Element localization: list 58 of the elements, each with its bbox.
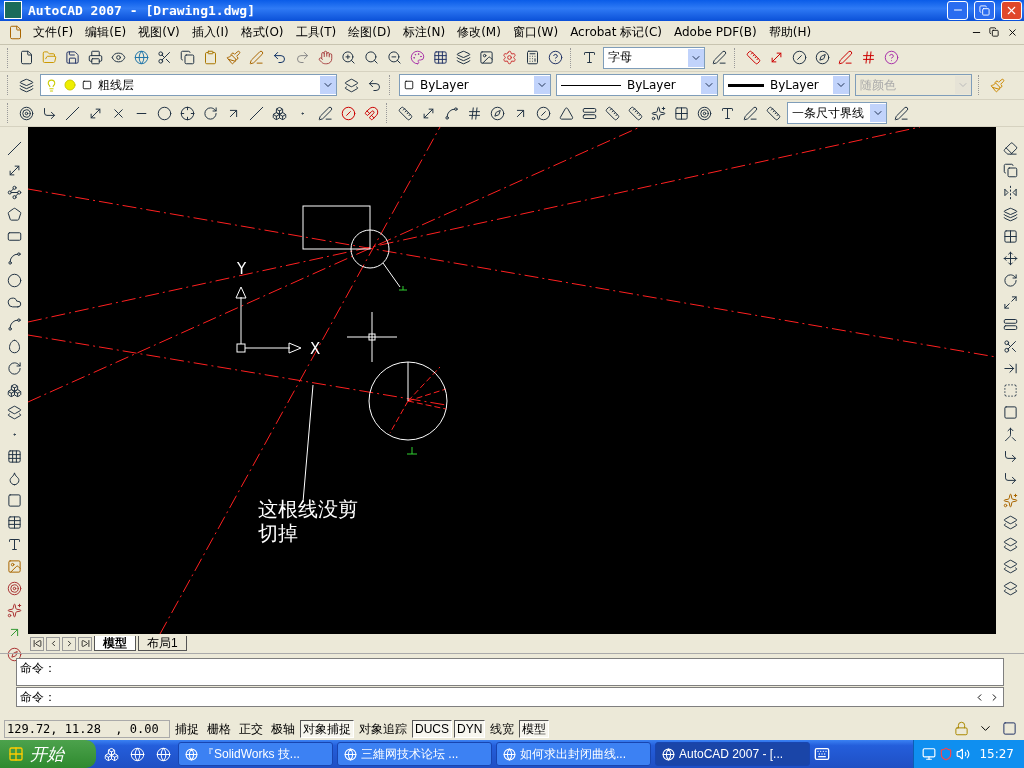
status-toggle[interactable]: 模型: [519, 719, 550, 738]
menu-item[interactable]: 帮助(H): [763, 21, 817, 43]
speaker-icon[interactable]: [956, 747, 971, 761]
menu-item[interactable]: 工具(T): [290, 21, 342, 43]
color-swatch-icon: [82, 80, 92, 91]
menu-item[interactable]: Adobe PDF(B): [668, 23, 762, 42]
menu-item[interactable]: 修改(M): [452, 21, 506, 43]
rectangle-shape: [302, 205, 371, 250]
linetype-dropdown[interactable]: ByLayer: [556, 74, 718, 97]
canvas-annotation: 这根线没剪切掉: [258, 497, 359, 546]
clock: 15:27: [979, 747, 1014, 761]
coordinates-readout: 129.72, 11.28 , 0.00: [4, 719, 170, 738]
keyboard-icon[interactable]: [814, 746, 830, 762]
globe-icon[interactable]: [662, 747, 675, 761]
drawing-canvas[interactable]: Y X 这根线没剪切掉: [28, 127, 996, 635]
taskbar-button[interactable]: AutoCAD 2007 - [...: [655, 742, 810, 766]
color-dropdown[interactable]: ByLayer: [399, 74, 551, 97]
start-button[interactable]: 开始: [0, 740, 96, 768]
window-title: AutoCAD 2007 - [Drawing1.dwg]: [28, 2, 256, 18]
command-history: 命令：: [16, 658, 1004, 687]
menu-item[interactable]: 窗口(W): [507, 21, 564, 43]
command-line-field[interactable]: 命令：: [16, 687, 1004, 708]
small-circle: [350, 229, 390, 269]
menu-item[interactable]: 视图(V): [133, 21, 185, 43]
status-toggle[interactable]: DUCS: [412, 719, 452, 738]
globe-icon[interactable]: [344, 747, 357, 761]
drawn-line: [382, 262, 401, 288]
menu-item[interactable]: 插入(I): [186, 21, 234, 43]
menu-item[interactable]: 绘图(D): [343, 21, 396, 43]
plot-style-value: 随颜色: [859, 77, 897, 94]
globe-icon[interactable]: [503, 747, 516, 761]
status-toggle[interactable]: 对象捕捉: [300, 719, 354, 738]
color-swatch-icon: [404, 80, 414, 91]
layout-tab[interactable]: 模型: [94, 636, 136, 652]
grip-marker: [398, 285, 408, 291]
radius-line: [407, 361, 409, 402]
layer-dropdown[interactable]: 粗线层: [40, 74, 337, 97]
menu-item[interactable]: 编辑(E): [80, 21, 132, 43]
menu-item[interactable]: 标注(N): [397, 21, 451, 43]
lineweight-dropdown[interactable]: ByLayer: [723, 74, 850, 97]
dimension-style-dropdown[interactable]: 一条尺寸界线: [787, 102, 887, 125]
menu-item[interactable]: 文件(F): [28, 21, 79, 43]
grip-marker: [406, 446, 418, 455]
globe-icon[interactable]: [185, 747, 198, 761]
crosshair-cursor: [346, 311, 398, 363]
app-icon: [4, 1, 22, 20]
status-toggle[interactable]: 正交: [236, 719, 266, 738]
restore-button[interactable]: [974, 0, 995, 20]
taskbar-button[interactable]: 三維网技术论坛 ...: [337, 742, 492, 766]
menu-item[interactable]: 格式(O): [235, 21, 289, 43]
status-toggle[interactable]: DYN: [454, 719, 486, 738]
layout-tab[interactable]: 布局1: [138, 636, 187, 652]
taskbar-button[interactable]: 如何求出封闭曲线...: [496, 742, 651, 766]
menu-item[interactable]: Acrobat 标记(C): [565, 21, 667, 43]
network-icon[interactable]: [922, 747, 937, 761]
dashed-radius-lines: [389, 366, 447, 434]
text-style-dropdown[interactable]: 字母: [603, 46, 705, 69]
taskbar-button[interactable]: 『SolidWorks 技...: [178, 742, 333, 766]
